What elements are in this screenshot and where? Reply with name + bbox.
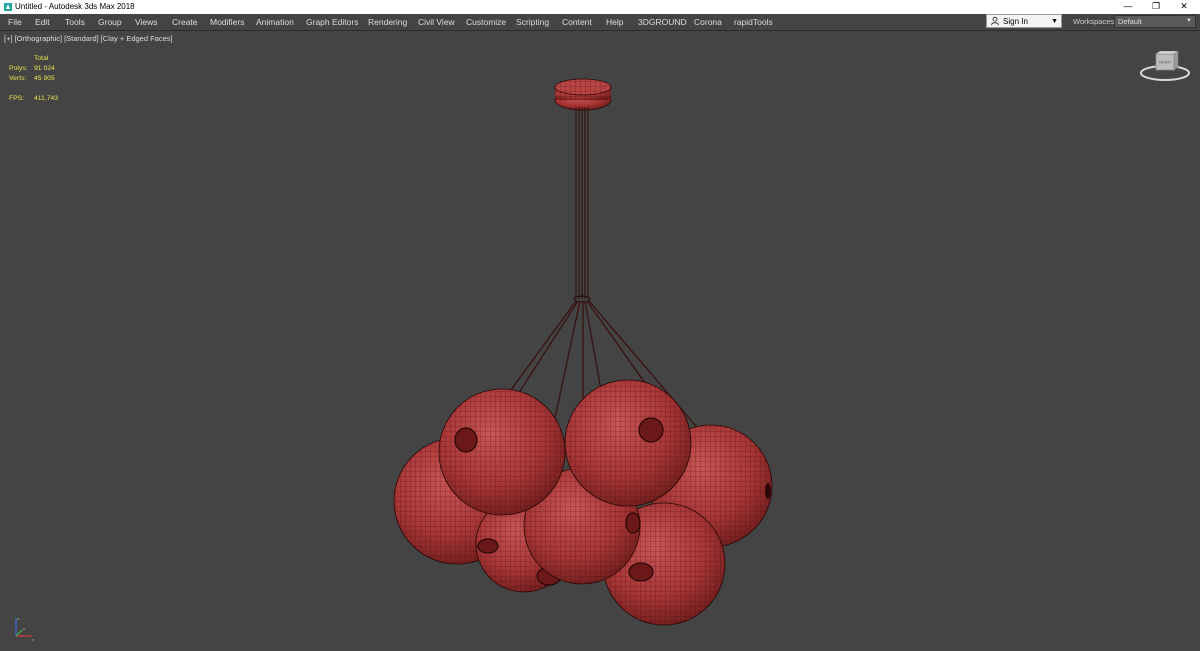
menu-create[interactable]: Create xyxy=(172,17,198,27)
viewport-statistics: Total Polys: 91 024 Verts: 45 905 FPS: 411,… xyxy=(9,54,89,104)
menu-rendering[interactable]: Rendering xyxy=(368,17,407,27)
title-bar: Untitled - Autodesk 3ds Max 2018 — ❐ ✕ xyxy=(0,0,1200,14)
chevron-down-icon: ▼ xyxy=(1051,18,1058,25)
minimize-button[interactable]: — xyxy=(1115,0,1141,14)
user-icon xyxy=(991,16,999,26)
window-title: Untitled - Autodesk 3ds Max 2018 xyxy=(15,2,135,11)
viewcube-icon[interactable]: FRONT xyxy=(1138,51,1192,85)
stats-header: Total xyxy=(34,55,49,62)
menu-customize[interactable]: Customize xyxy=(466,17,506,27)
fps-label: FPS: xyxy=(9,95,25,102)
workspaces-label: Workspaces: xyxy=(1073,17,1117,26)
axis-x-label: x xyxy=(32,637,34,642)
viewport-standard-menu[interactable]: [Standard] xyxy=(64,34,99,43)
menu-rapidtools[interactable]: rapidTools xyxy=(734,17,773,27)
menu-edit[interactable]: Edit xyxy=(35,17,50,27)
sphere-front-left xyxy=(438,388,566,516)
menu-civil-view[interactable]: Civil View xyxy=(418,17,455,27)
verts-label: Verts: xyxy=(9,75,27,82)
menu-help[interactable]: Help xyxy=(606,17,623,27)
menu-corona[interactable]: Corona xyxy=(694,17,722,27)
viewcube-face-label: FRONT xyxy=(1159,61,1172,65)
axis-y-label: y xyxy=(23,626,25,631)
viewport-shading-menu[interactable]: [Clay + Edged Faces] xyxy=(101,34,173,43)
menu-tools[interactable]: Tools xyxy=(65,17,85,27)
menu-group[interactable]: Group xyxy=(98,17,122,27)
menu-file[interactable]: File xyxy=(8,17,22,27)
ceiling-canopy xyxy=(554,78,612,111)
verts-value: 45 905 xyxy=(34,75,55,82)
menu-views[interactable]: Views xyxy=(135,17,158,27)
fps-value: 411,743 xyxy=(34,95,59,102)
menu-content[interactable]: Content xyxy=(562,17,592,27)
workspaces-value: Default xyxy=(1118,17,1142,26)
axis-tripod-icon: z x y xyxy=(15,616,34,642)
chevron-down-icon: ▼ xyxy=(1186,18,1192,24)
workspaces-select[interactable]: Default ▼ xyxy=(1114,15,1196,28)
cable-bundle xyxy=(573,107,591,303)
close-button[interactable]: ✕ xyxy=(1171,0,1197,14)
menu-3dground[interactable]: 3DGROUND xyxy=(638,17,687,27)
viewport[interactable]: [+] [Orthographic] [Standard] [Clay + Edged… xyxy=(0,30,1200,650)
polys-label: Polys: xyxy=(9,65,28,72)
restore-button[interactable]: ❐ xyxy=(1143,0,1169,14)
polys-value: 91 024 xyxy=(34,65,55,72)
viewport-label-menu: [+] [Orthographic] [Standard] [Clay + Edged… xyxy=(4,34,175,43)
viewport-point-of-view-menu[interactable]: [Orthographic] xyxy=(15,34,63,43)
menu-animation[interactable]: Animation xyxy=(256,17,294,27)
chandelier-model xyxy=(393,78,773,626)
sphere-front-right xyxy=(564,379,692,507)
viewport-plus-menu[interactable]: [+] xyxy=(4,34,13,43)
sign-in-label: Sign In xyxy=(1003,17,1028,26)
menu-scripting[interactable]: Scripting xyxy=(516,17,549,27)
menu-graph-editors[interactable]: Graph Editors xyxy=(306,17,358,27)
app-icon xyxy=(4,3,12,11)
menu-modifiers[interactable]: Modifiers xyxy=(210,17,244,27)
axis-z-label: z xyxy=(17,616,19,621)
sign-in-dropdown[interactable]: Sign In ▼ xyxy=(986,14,1062,28)
